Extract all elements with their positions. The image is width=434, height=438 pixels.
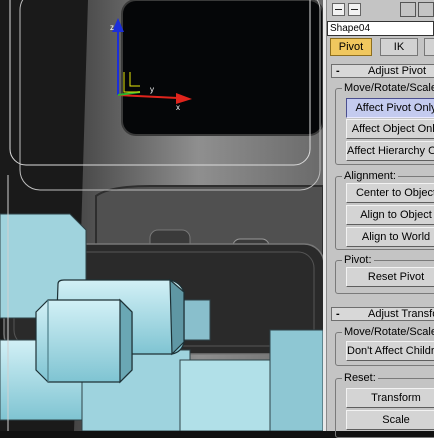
tab-pivot[interactable]: Pivot (330, 38, 372, 56)
panel-divider[interactable] (323, 0, 327, 431)
object-name-field[interactable]: Shape04 (327, 21, 434, 36)
reset-pivot-button[interactable]: Reset Pivot (346, 267, 434, 287)
align-to-object-button[interactable]: Align to Object (346, 205, 434, 225)
checkbox[interactable] (332, 3, 345, 16)
viewport[interactable]: z y x (0, 0, 323, 431)
group-label: Reset: (342, 372, 378, 384)
x-axis-label: x (176, 103, 180, 112)
utilities-icon[interactable] (418, 2, 434, 17)
rollout-adjust-pivot[interactable]: - Adjust Pivot (331, 64, 434, 78)
center-to-object-button[interactable]: Center to Object (346, 183, 434, 203)
display-icon[interactable] (400, 2, 416, 17)
rollout-title: Adjust Pivot (368, 65, 427, 77)
affect-object-only-button[interactable]: Affect Object Only (346, 119, 434, 139)
dont-affect-children-button[interactable]: Don't Affect Children (346, 341, 434, 361)
phone-screen (121, 0, 323, 136)
group-label: Alignment: (342, 170, 398, 182)
tab-link-info[interactable] (424, 38, 434, 56)
rollout-adjust-transform[interactable]: - Adjust Transform (331, 307, 434, 321)
affect-hierarchy-only-button[interactable]: Affect Hierarchy Only (346, 141, 434, 161)
reset-transform-button[interactable]: Transform (346, 388, 434, 408)
z-axis-label: z (110, 23, 114, 32)
checkbox[interactable] (348, 3, 361, 16)
rollout-toggle: - (336, 308, 340, 320)
scene-canvas[interactable]: z y x (0, 0, 323, 431)
reset-scale-button[interactable]: Scale (346, 410, 434, 430)
affect-pivot-only-button[interactable]: Affect Pivot Only (346, 98, 434, 118)
group-label: Move/Rotate/Scale: (342, 326, 434, 338)
tab-ik[interactable]: IK (380, 38, 418, 56)
y-axis-label: y (150, 85, 154, 94)
rollout-toggle: - (336, 65, 340, 77)
group-label: Move/Rotate/Scale: (342, 82, 434, 94)
rollout-title: Adjust Transform (368, 308, 434, 320)
group-label: Pivot: (342, 254, 374, 266)
key-cap (35, 298, 133, 384)
align-to-world-button[interactable]: Align to World (346, 227, 434, 247)
